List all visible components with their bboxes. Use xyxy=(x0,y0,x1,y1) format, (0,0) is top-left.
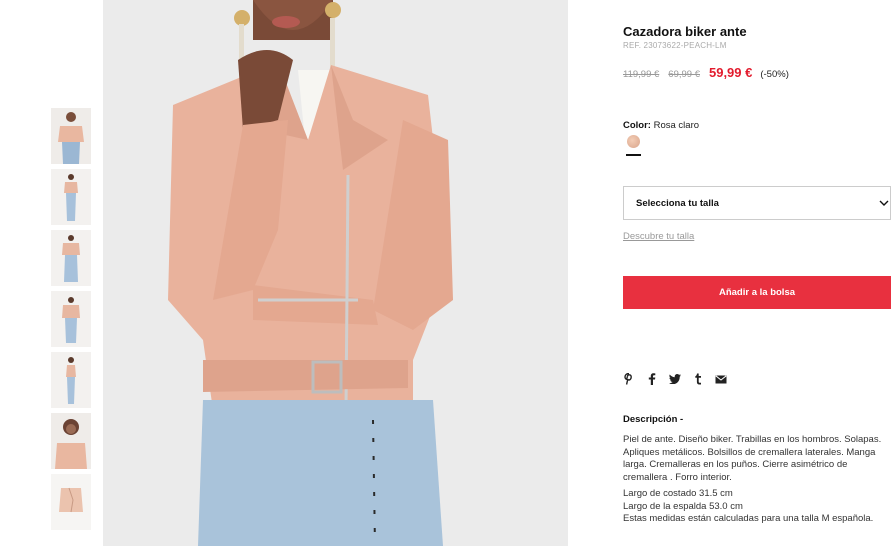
description-line: Apliques metálicos. Bolsillos de cremall… xyxy=(623,446,876,458)
thumbnail-4[interactable] xyxy=(51,291,91,347)
thumbnail-6[interactable] xyxy=(51,413,91,469)
selected-swatch-indicator xyxy=(626,154,641,156)
size-guide-link[interactable]: Descubre tu talla xyxy=(623,231,694,242)
previous-price: 69,99 € xyxy=(668,69,700,80)
color-label: Color: Rosa claro xyxy=(623,120,699,131)
measurement-line: Largo de la espalda 53.0 cm xyxy=(623,500,743,512)
original-price: 119,99 € xyxy=(623,69,660,80)
measurements-paragraph: Largo de costado 31.5 cm Largo de la esp… xyxy=(623,488,891,526)
discount-badge: (-50%) xyxy=(760,69,789,80)
size-select-label: Selecciona tu talla xyxy=(636,197,719,209)
pinterest-icon[interactable] xyxy=(623,372,635,386)
product-reference: REF. 23073622-PEACH-LM xyxy=(623,41,727,50)
description-paragraph: Piel de ante. Diseño biker. Trabillas en… xyxy=(623,434,891,484)
thumbnail-2[interactable] xyxy=(51,169,91,225)
measurement-line: Estas medidas están calculadas para una … xyxy=(623,513,874,524)
color-value: Rosa claro xyxy=(653,120,700,131)
chevron-down-icon xyxy=(879,198,889,208)
tumblr-icon[interactable] xyxy=(692,372,704,386)
product-title: Cazadora biker ante xyxy=(623,24,747,39)
add-to-bag-button[interactable]: Añadir a la bolsa xyxy=(623,276,891,309)
thumbnail-3[interactable] xyxy=(51,230,91,286)
description-title: Descripción - xyxy=(623,414,684,425)
email-icon[interactable] xyxy=(715,372,727,386)
facebook-icon[interactable] xyxy=(646,372,658,386)
description-line: Piel de ante. Diseño biker. Trabillas en… xyxy=(623,434,882,445)
sale-price: 59,99 € xyxy=(708,65,753,80)
thumbnail-gallery xyxy=(51,108,91,535)
color-label-key: Color: xyxy=(623,120,651,131)
twitter-icon[interactable] xyxy=(669,372,681,386)
measurement-line: Largo de costado 31.5 cm xyxy=(623,488,733,499)
description-body: Piel de ante. Diseño biker. Trabillas en… xyxy=(623,434,891,530)
description-line: cremallera . Forro interior. xyxy=(623,471,732,483)
thumbnail-1[interactable] xyxy=(51,108,91,164)
main-product-image[interactable] xyxy=(103,0,568,546)
share-icons xyxy=(623,372,727,386)
thumbnail-7[interactable] xyxy=(51,474,91,530)
thumbnail-5[interactable] xyxy=(51,352,91,408)
size-select[interactable]: Selecciona tu talla xyxy=(623,186,891,220)
color-swatch-rosa-claro[interactable] xyxy=(627,135,640,148)
price-block: 119,99 € 69,99 € 59,99 € (-50%) xyxy=(623,65,789,80)
description-line: larga. Cremalleras en los puños. Cierre … xyxy=(623,459,848,470)
